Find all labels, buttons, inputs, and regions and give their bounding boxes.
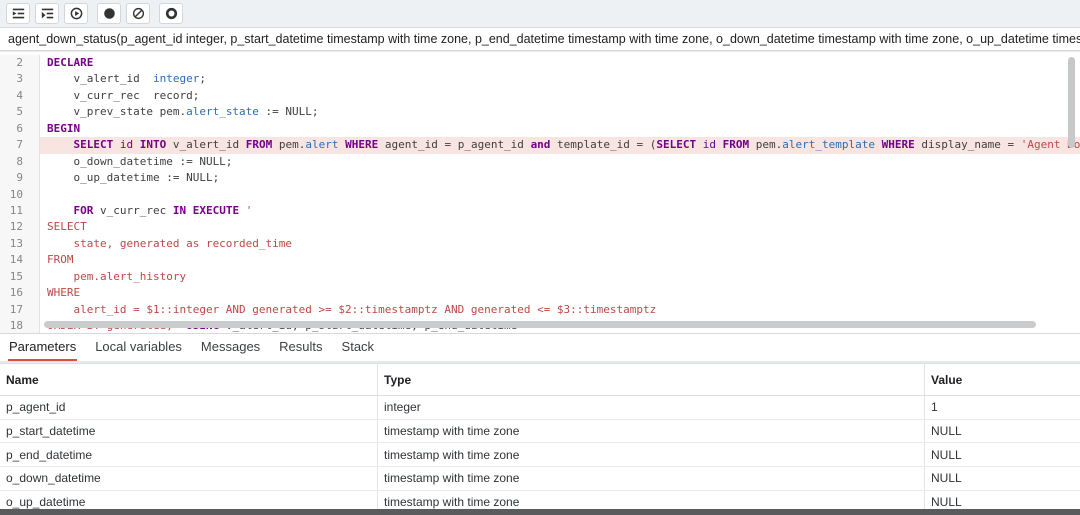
line-number[interactable]: 13	[0, 236, 40, 252]
table-header-row: NameTypeValue	[0, 363, 1080, 396]
line-number[interactable]: 8	[0, 154, 40, 170]
line-number[interactable]: 5	[0, 104, 40, 120]
table-row: p_end_datetimetimestamp with time zoneNU…	[0, 443, 1080, 467]
code-line-text: SELECT id INTO v_alert_id FROM pem.alert…	[40, 137, 1080, 153]
param-name-cell: o_up_datetime	[0, 491, 378, 509]
param-type-cell: integer	[378, 396, 925, 419]
code-line[interactable]: 7 SELECT id INTO v_alert_id FROM pem.ale…	[0, 137, 1080, 153]
toggle-breakpoint-button[interactable]	[159, 3, 183, 24]
line-number[interactable]: 10	[0, 187, 40, 203]
tab-parameters[interactable]: Parameters	[8, 334, 77, 361]
table-row: o_up_datetimetimestamp with time zoneNUL…	[0, 491, 1080, 509]
step-into-button[interactable]	[6, 3, 30, 24]
line-number[interactable]: 3	[0, 71, 40, 87]
line-number[interactable]: 7	[0, 137, 40, 153]
stop-button[interactable]	[97, 3, 121, 24]
param-name-cell: p_end_datetime	[0, 443, 378, 466]
line-number[interactable]: 17	[0, 302, 40, 318]
function-signature-bar: agent_down_status(p_agent_id integer, p_…	[0, 28, 1080, 51]
line-number[interactable]: 6	[0, 121, 40, 137]
code-line[interactable]: 9 o_up_datetime := NULL;	[0, 170, 1080, 186]
param-value-cell[interactable]: NULL	[925, 467, 1080, 490]
code-line-text: v_curr_rec record;	[40, 88, 1080, 104]
column-header-value: Value	[925, 364, 1080, 395]
line-number[interactable]: 16	[0, 285, 40, 301]
column-header-type: Type	[378, 364, 925, 395]
code-line[interactable]: 14FROM	[0, 252, 1080, 268]
code-line-text: state, generated as recorded_time	[40, 236, 1080, 252]
code-line[interactable]: 12SELECT	[0, 219, 1080, 235]
code-line-text: o_up_datetime := NULL;	[40, 170, 1080, 186]
code-line[interactable]: 4 v_curr_rec record;	[0, 88, 1080, 104]
code-line-text: o_down_datetime := NULL;	[40, 154, 1080, 170]
code-line-text: alert_id = $1::integer AND generated >= …	[40, 302, 1080, 318]
line-number[interactable]: 12	[0, 219, 40, 235]
step-into-icon	[12, 7, 25, 20]
debugger-tab-bar: Parameters Local variables Messages Results…	[0, 333, 1080, 362]
code-line[interactable]: 2DECLARE	[0, 55, 1080, 71]
code-line-text	[40, 187, 1080, 203]
code-line[interactable]: 17 alert_id = $1::integer AND generated …	[0, 302, 1080, 318]
code-line[interactable]: 16WHERE	[0, 285, 1080, 301]
line-number[interactable]: 15	[0, 269, 40, 285]
code-line[interactable]: 13 state, generated as recorded_time	[0, 236, 1080, 252]
line-number[interactable]: 18	[0, 318, 40, 333]
clear-all-breakpoints-icon	[132, 7, 145, 20]
column-header-name: Name	[0, 364, 378, 395]
tab-messages[interactable]: Messages	[200, 334, 261, 361]
param-value-cell[interactable]: NULL	[925, 491, 1080, 509]
code-line-text: WHERE	[40, 285, 1080, 301]
code-line-text: SELECT	[40, 219, 1080, 235]
code-line-text: DECLARE	[40, 55, 1080, 71]
step-over-icon	[41, 7, 54, 20]
code-line[interactable]: 3 v_alert_id integer;	[0, 71, 1080, 87]
code-line[interactable]: 15 pem.alert_history	[0, 269, 1080, 285]
debugger-toolbar	[0, 0, 1080, 28]
code-line-text: BEGIN	[40, 121, 1080, 137]
table-row: p_start_datetimetimestamp with time zone…	[0, 420, 1080, 444]
param-type-cell: timestamp with time zone	[378, 420, 925, 443]
step-over-button[interactable]	[35, 3, 59, 24]
param-name-cell: p_agent_id	[0, 396, 378, 419]
param-value-cell[interactable]: NULL	[925, 420, 1080, 443]
editor-vertical-scrollbar[interactable]	[1068, 57, 1075, 148]
param-name-cell: o_down_datetime	[0, 467, 378, 490]
continue-icon	[70, 7, 83, 20]
code-line-text: FOR v_curr_rec IN EXECUTE '	[40, 203, 1080, 219]
code-line[interactable]: 5 v_prev_state pem.alert_state := NULL;	[0, 104, 1080, 120]
line-number[interactable]: 14	[0, 252, 40, 268]
line-number[interactable]: 4	[0, 88, 40, 104]
tab-results[interactable]: Results	[278, 334, 323, 361]
code-line[interactable]: 6BEGIN	[0, 121, 1080, 137]
function-signature: agent_down_status(p_agent_id integer, p_…	[8, 32, 1080, 46]
param-value-cell[interactable]: NULL	[925, 443, 1080, 466]
continue-button[interactable]	[64, 3, 88, 24]
parameters-table: NameTypeValuep_agent_idinteger1p_start_d…	[0, 363, 1080, 509]
line-number[interactable]: 11	[0, 203, 40, 219]
code-editor[interactable]: 2DECLARE3 v_alert_id integer;4 v_curr_re…	[0, 52, 1080, 333]
clear-all-breakpoints-button[interactable]	[126, 3, 150, 24]
code-line-text: v_alert_id integer;	[40, 71, 1080, 87]
editor-horizontal-scrollbar[interactable]	[44, 321, 1036, 328]
table-row: p_agent_idinteger1	[0, 396, 1080, 420]
code-line[interactable]: 8 o_down_datetime := NULL;	[0, 154, 1080, 170]
stop-icon	[103, 7, 116, 20]
code-line-text: v_prev_state pem.alert_state := NULL;	[40, 104, 1080, 120]
param-type-cell: timestamp with time zone	[378, 443, 925, 466]
param-name-cell: p_start_datetime	[0, 420, 378, 443]
code-line[interactable]: 11 FOR v_curr_rec IN EXECUTE '	[0, 203, 1080, 219]
tab-local-variables[interactable]: Local variables	[94, 334, 183, 361]
table-row: o_down_datetimetimestamp with time zoneN…	[0, 467, 1080, 491]
toggle-breakpoint-icon	[165, 7, 178, 20]
param-type-cell: timestamp with time zone	[378, 491, 925, 509]
tab-stack[interactable]: Stack	[341, 334, 376, 361]
code-line-text: pem.alert_history	[40, 269, 1080, 285]
param-type-cell: timestamp with time zone	[378, 467, 925, 490]
bottom-scrollbar[interactable]	[0, 509, 1080, 515]
line-number[interactable]: 2	[0, 55, 40, 71]
param-value-cell[interactable]: 1	[925, 396, 1080, 419]
code-line-text: FROM	[40, 252, 1080, 268]
code-line[interactable]: 10	[0, 187, 1080, 203]
line-number[interactable]: 9	[0, 170, 40, 186]
